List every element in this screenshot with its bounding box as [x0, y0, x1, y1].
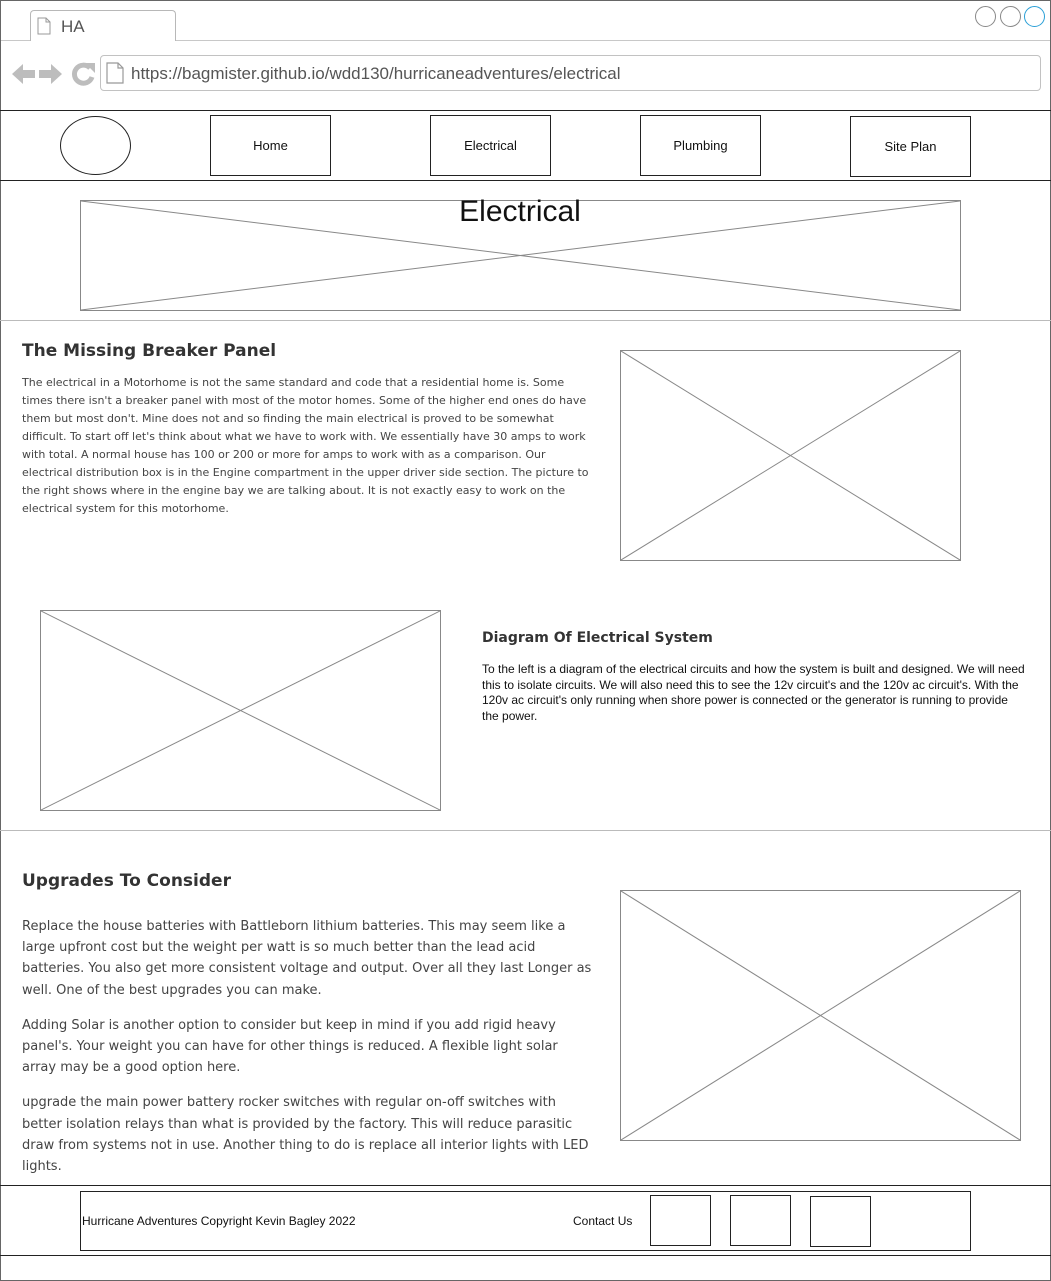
section-heading-upgrades: Upgrades To Consider: [22, 871, 231, 891]
footer-copyright: Hurricane Adventures Copyright Kevin Bag…: [82, 1214, 356, 1228]
upgrades-text-block: Replace the house batteries with Battleb…: [22, 916, 594, 1177]
upgrade-paragraph: Replace the house batteries with Battleb…: [22, 919, 592, 998]
nav-plumbing-button[interactable]: Plumbing: [640, 115, 761, 176]
window-close-button[interactable]: [1024, 6, 1045, 27]
window-minimize-button[interactable]: [975, 6, 996, 27]
nav-home-button[interactable]: Home: [210, 115, 331, 176]
section-divider: [0, 320, 1051, 321]
tab-title: HA: [61, 17, 85, 36]
window-maximize-button[interactable]: [1000, 6, 1021, 27]
social-link-3[interactable]: [810, 1196, 871, 1247]
page-title: Electrical: [459, 195, 581, 228]
browser-tab[interactable]: [30, 10, 176, 41]
section-divider: [0, 830, 1051, 831]
section-heading-breaker-panel: The Missing Breaker Panel: [22, 341, 277, 361]
address-bar-url: https://bagmister.github.io/wdd130/hurri…: [131, 64, 621, 83]
social-link-1[interactable]: [650, 1195, 711, 1246]
document-icon: [106, 62, 124, 84]
section-text-breaker-panel: The electrical in a Motorhome is not the…: [22, 376, 589, 515]
nav-electrical-button[interactable]: Electrical: [430, 115, 551, 176]
footer-contact-label: Contact Us: [573, 1214, 633, 1228]
nav-site-plan-button[interactable]: Site Plan: [850, 116, 971, 177]
reload-icon[interactable]: [70, 60, 96, 88]
back-arrow-icon[interactable]: [10, 60, 36, 88]
section-heading-diagram: Diagram Of Electrical System: [482, 630, 713, 646]
upgrade-paragraph: upgrade the main power battery rocker sw…: [22, 1095, 589, 1175]
engine-bay-image-placeholder: [620, 350, 961, 561]
upgrade-paragraph: Adding Solar is another option to consid…: [22, 1017, 558, 1076]
electrical-diagram-image-placeholder: [40, 610, 441, 811]
document-icon: [37, 17, 51, 35]
section-text-diagram: To the left is a diagram of the electric…: [482, 662, 1025, 723]
upgrades-image-placeholder: [620, 890, 1021, 1141]
social-link-2[interactable]: [730, 1195, 791, 1246]
forward-arrow-icon[interactable]: [38, 60, 64, 88]
site-logo[interactable]: [60, 116, 131, 175]
